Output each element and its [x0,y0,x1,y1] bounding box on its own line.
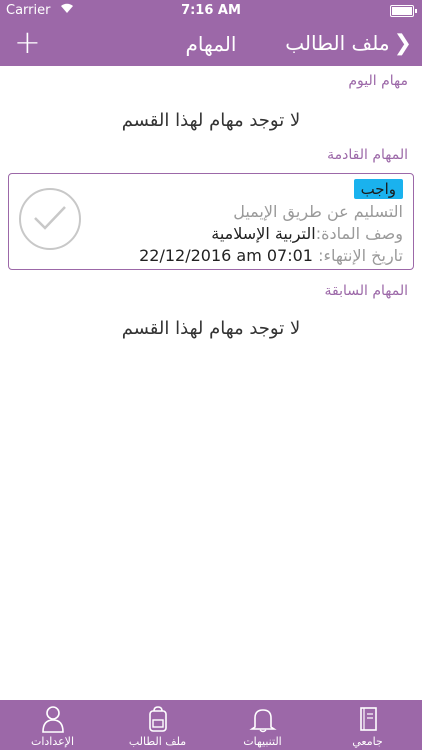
checkmark-circle-icon[interactable] [19,188,81,250]
task-due-value: 22/12/2016 am 07:01 [139,246,313,265]
task-subject-value: التربية الإسلامية [211,224,316,243]
backpack-icon [143,705,173,733]
task-subject: وصف المادة:التربية الإسلامية [211,224,403,243]
book-icon [353,705,383,733]
task-type-badge: واجب [353,179,403,199]
section-header-previous: المهام السابقة [324,283,408,299]
chevron-left-icon: ❮ [393,31,412,56]
user-icon [38,705,68,733]
tab-notifications[interactable]: التنبيهات [210,700,315,750]
tab-my-university[interactable]: جامعي [315,700,420,750]
tab-settings-label: الإعدادات [30,735,75,748]
tab-notifications-label: التنبيهات [243,735,282,748]
status-bar: Carrier 7:16 AM [0,0,422,22]
task-due: تاريخ الإنتهاء: 22/12/2016 am 07:01 [139,246,403,265]
tab-settings[interactable]: الإعدادات [0,700,105,750]
section-header-today: مهام اليوم [348,73,408,89]
task-due-label: تاريخ الإنتهاء: [318,246,403,265]
task-delivery: التسليم عن طريق الإيميل [233,202,403,221]
back-label: ملف الطالب [285,31,390,55]
tab-student-profile-label: ملف الطالب [128,735,187,748]
task-card[interactable]: واجب التسليم عن طريق الإيميل وصف المادة:… [8,173,414,270]
back-button[interactable]: ❮ملف الطالب [285,31,412,56]
navigation-bar: + المهام ❮ملف الطالب [0,22,422,66]
previous-empty-message: لا توجد مهام لهذا القسم [121,318,301,339]
bell-icon [248,705,278,733]
tab-bar: الإعدادات ملف الطالب التنبيهات جامعي [0,700,422,750]
section-header-upcoming: المهام القادمة [327,147,408,163]
tab-student-profile[interactable]: ملف الطالب [105,700,210,750]
battery-icon [390,5,417,17]
tab-my-university-label: جامعي [352,735,383,748]
today-empty-message: لا توجد مهام لهذا القسم [121,110,301,131]
status-time: 7:16 AM [181,3,241,18]
task-subject-label: وصف المادة: [315,224,403,243]
